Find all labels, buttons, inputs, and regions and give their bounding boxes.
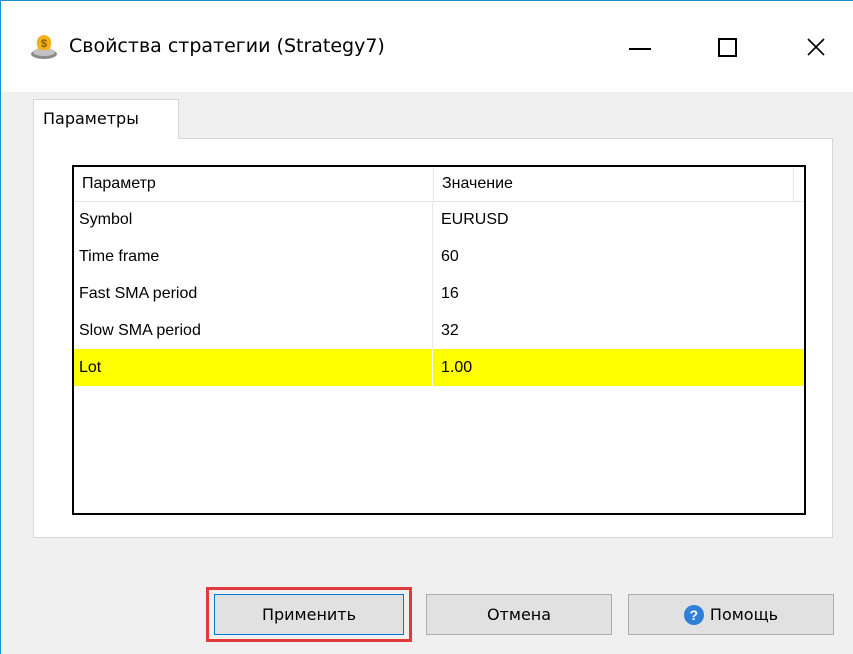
param-name: Fast SMA period (74, 275, 433, 312)
help-icon: ? (683, 604, 704, 625)
param-value[interactable]: 1.00 (433, 349, 792, 386)
grid-header: Параметр Значение (74, 167, 804, 202)
column-header-value[interactable]: Значение (434, 167, 794, 201)
properties-dialog: $ Свойства стратегии (Strategy7) Парамет… (0, 0, 853, 654)
param-name: Symbol (74, 201, 433, 238)
maximize-icon (717, 37, 737, 57)
column-header-parameter[interactable]: Параметр (74, 167, 434, 201)
maximize-button[interactable] (692, 19, 762, 75)
apply-button[interactable]: Применить (214, 594, 404, 635)
minimize-button[interactable] (605, 19, 675, 75)
parameters-grid[interactable]: Параметр Значение Symbol EURUSD Time fra… (72, 165, 806, 515)
grid-rows: Symbol EURUSD Time frame 60 Fast SMA per… (74, 201, 804, 386)
title-bar[interactable]: $ Свойства стратегии (Strategy7) (1, 1, 853, 92)
parameters-panel: Параметр Значение Symbol EURUSD Time fra… (33, 138, 833, 538)
param-value[interactable]: EURUSD (433, 201, 792, 238)
cancel-button[interactable]: Отмена (426, 594, 612, 635)
param-value[interactable]: 16 (433, 275, 792, 312)
tab-parameters[interactable]: Параметры (33, 99, 179, 139)
param-name: Slow SMA period (74, 312, 433, 349)
help-button[interactable]: ? Помощь (628, 594, 834, 635)
table-row[interactable]: Slow SMA period 32 (74, 312, 804, 349)
param-name: Lot (74, 349, 433, 386)
close-icon (807, 38, 825, 56)
window-title: Свойства стратегии (Strategy7) (69, 35, 385, 57)
param-value[interactable]: 60 (433, 238, 792, 275)
close-button[interactable] (781, 19, 851, 75)
param-value[interactable]: 32 (433, 312, 792, 349)
table-row-selected[interactable]: Lot 1.00 (74, 349, 804, 386)
table-row[interactable]: Fast SMA period 16 (74, 275, 804, 312)
table-row[interactable]: Time frame 60 (74, 238, 804, 275)
param-name: Time frame (74, 238, 433, 275)
minimize-icon (629, 47, 651, 50)
svg-text:$: $ (41, 38, 47, 50)
table-row[interactable]: Symbol EURUSD (74, 201, 804, 238)
money-bag-icon: $ (31, 35, 57, 59)
help-button-label: Помощь (709, 605, 779, 624)
